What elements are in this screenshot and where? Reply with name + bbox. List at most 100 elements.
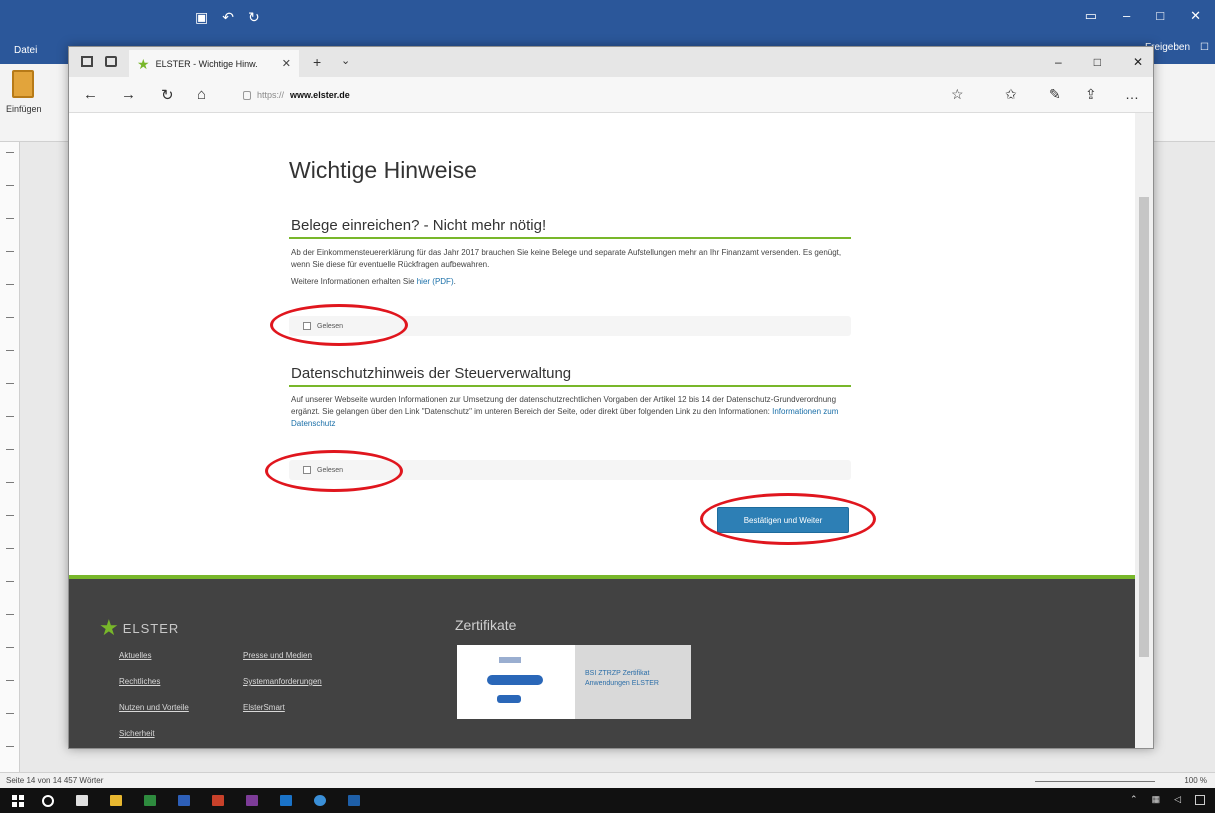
footer-link-presse[interactable]: Presse und Medien	[243, 651, 312, 660]
taskbar-powerpoint-icon[interactable]	[212, 795, 224, 806]
annotation-circle-checkbox-2	[265, 450, 403, 492]
ruler-tick	[6, 482, 14, 483]
page-scrollbar[interactable]	[1135, 113, 1153, 748]
quick-access-toolbar: ▣ ↶ ↻	[195, 9, 260, 26]
tab-elster[interactable]: ★ ELSTER - Wichtige Hinw. ✕	[129, 50, 299, 77]
taskbar-excel-icon[interactable]	[144, 795, 156, 806]
footer-logo[interactable]: ★ ELSTER	[99, 617, 179, 639]
word-window-controls: ▭ – □ ✕	[1085, 8, 1201, 24]
scrollbar-thumb[interactable]	[1139, 197, 1149, 657]
url-prefix: https://	[257, 90, 285, 100]
edge-browser-window: ★ ELSTER - Wichtige Hinw. ✕ + ⌄ – □ ✕ ← …	[68, 46, 1154, 749]
ruler-tick	[6, 152, 14, 153]
redo-icon[interactable]: ↻	[248, 9, 260, 26]
ruler-tick	[6, 746, 14, 747]
edge-close-icon[interactable]: ✕	[1133, 55, 1143, 69]
pdf-link[interactable]: hier (PDF)	[417, 277, 454, 286]
taskbar-store-icon[interactable]	[76, 795, 88, 806]
taskbar-edge-icon[interactable]	[280, 795, 292, 806]
word-share[interactable]: Freigeben ☐	[1145, 42, 1209, 53]
footer-link-aktuelles[interactable]: Aktuelles	[119, 651, 151, 660]
bsi-seal-icon	[457, 645, 575, 719]
network-icon[interactable]: ▦	[1152, 794, 1161, 805]
paste-icon[interactable]	[12, 70, 34, 98]
word-close-icon[interactable]: ✕	[1190, 8, 1201, 24]
footer-link-nutzen[interactable]: Nutzen und Vorteile	[119, 703, 189, 712]
ruler-tick	[6, 350, 14, 351]
ruler-tick	[6, 449, 14, 450]
taskbar-outlook-icon[interactable]	[348, 795, 360, 806]
annotation-circle-confirm-button	[700, 493, 876, 545]
page-title: Wichtige Hinweise	[289, 157, 477, 183]
word-status-text: Seite 14 von 14 457 Wörter	[6, 776, 104, 785]
certificate-text: BSI ZTRZP Zertifikat Anwendungen ELSTER	[575, 645, 691, 719]
address-bar[interactable]: https:// www.elster.de	[237, 84, 967, 106]
back-arrow-icon[interactable]: ←	[83, 86, 98, 103]
favorites-hub-icon[interactable]: ✩	[1005, 86, 1017, 103]
ruler-tick	[6, 713, 14, 714]
paste-label[interactable]: Einfügen	[6, 104, 42, 114]
cortana-icon[interactable]	[42, 794, 54, 807]
tab-title: ELSTER - Wichtige Hinw.	[155, 58, 258, 69]
word-minimize-icon[interactable]: –	[1123, 8, 1130, 24]
word-vertical-ruler	[0, 142, 20, 772]
tray-up-icon[interactable]: ⌃	[1130, 794, 1138, 805]
ruler-tick	[6, 416, 14, 417]
windows-taskbar: ⌃ ▦ ◁	[0, 788, 1215, 813]
notification-icon[interactable]	[1195, 794, 1205, 805]
edge-window-controls: – □ ✕	[1055, 55, 1143, 69]
ruler-tick	[6, 317, 14, 318]
volume-icon[interactable]: ◁	[1174, 794, 1181, 805]
windows-start-icon[interactable]	[12, 794, 24, 807]
word-tab-file[interactable]: Datei	[14, 45, 37, 56]
section-title-belege: Belege einreichen? - Nicht mehr nötig!	[291, 217, 547, 234]
refresh-icon[interactable]: ↻	[161, 86, 174, 104]
taskbar-onenote-icon[interactable]	[246, 795, 258, 806]
section-text-belege: Ab der Einkommensteuererklärung für das …	[291, 248, 842, 269]
tab-preview-icon[interactable]	[81, 56, 93, 67]
ruler-tick	[6, 284, 14, 285]
certificate-badge[interactable]: BSI ZTRZP Zertifikat Anwendungen ELSTER	[457, 645, 691, 719]
footer-link-systemanforderungen[interactable]: Systemanforderungen	[243, 677, 322, 686]
new-tab-icon[interactable]: +	[313, 54, 321, 70]
edge-maximize-icon[interactable]: □	[1094, 55, 1101, 69]
footer-link-sicherheit[interactable]: Sicherheit	[119, 729, 155, 738]
tab-aside-icon[interactable]	[105, 56, 117, 67]
web-note-pen-icon[interactable]: ✎	[1049, 86, 1061, 103]
comment-icon[interactable]: ☐	[1200, 42, 1209, 53]
footer-link-rechtliches[interactable]: Rechtliches	[119, 677, 160, 686]
zoom-slider[interactable]	[1035, 781, 1155, 782]
taskbar-word-icon[interactable]	[178, 795, 190, 806]
share-icon[interactable]: ⇪	[1085, 86, 1097, 103]
zoom-level[interactable]: 100 %	[1184, 776, 1207, 785]
taskbar-ie-icon[interactable]	[314, 795, 326, 806]
section-divider	[289, 385, 851, 387]
word-maximize-icon[interactable]: □	[1156, 8, 1164, 24]
more-info-line: Weitere Informationen erhalten Sie hier …	[291, 276, 849, 288]
tab-close-icon[interactable]: ✕	[282, 57, 291, 70]
undo-icon[interactable]: ↶	[222, 9, 234, 26]
home-icon[interactable]: ⌂	[197, 86, 206, 103]
more-info-prefix: Weitere Informationen erhalten Sie	[291, 277, 415, 286]
ribbon-options-icon[interactable]: ▭	[1085, 8, 1097, 24]
elster-star-icon: ★	[137, 55, 150, 72]
zertifikate-title: Zertifikate	[455, 617, 517, 633]
more-options-icon[interactable]: …	[1125, 86, 1139, 102]
footer-link-elstersmart[interactable]: ElsterSmart	[243, 703, 285, 712]
favorite-star-icon[interactable]: ☆	[951, 86, 964, 103]
forward-arrow-icon[interactable]: →	[121, 86, 136, 103]
word-titlebar: ▣ ↶ ↻ ▭ – □ ✕	[0, 0, 1215, 36]
section-divider	[289, 237, 851, 239]
edge-titlebar: ★ ELSTER - Wichtige Hinw. ✕ + ⌄ – □ ✕	[69, 47, 1153, 77]
more-info-suffix: .	[453, 277, 456, 286]
ruler-tick	[6, 614, 14, 615]
tab-list-chevron-icon[interactable]: ⌄	[341, 54, 350, 67]
section-title-datenschutz: Datenschutzhinweis der Steuerverwaltung	[291, 365, 572, 382]
taskbar-explorer-icon[interactable]	[110, 795, 122, 806]
edge-minimize-icon[interactable]: –	[1055, 55, 1062, 69]
ruler-tick	[6, 185, 14, 186]
ruler-tick	[6, 581, 14, 582]
save-icon[interactable]: ▣	[195, 9, 208, 26]
edge-toolbar: ← → ↻ ⌂ https:// www.elster.de ☆ ✩ ✎ ⇪ …	[69, 77, 1153, 113]
system-tray: ⌃ ▦ ◁	[1130, 794, 1205, 805]
